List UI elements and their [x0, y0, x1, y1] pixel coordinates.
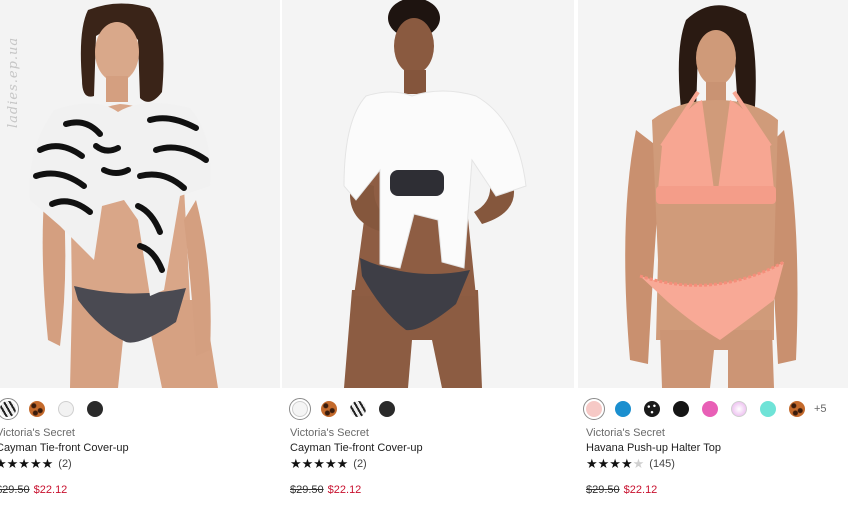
swatch-zebra[interactable] — [350, 401, 366, 417]
product-card-2[interactable]: Victoria's Secret Cayman Tie-front Cover… — [282, 0, 574, 518]
product-brand: Victoria's Secret — [290, 427, 369, 439]
product-image-2[interactable] — [282, 0, 574, 388]
rating-stars: ★★★★★ — [0, 456, 54, 471]
product-image-3[interactable] — [578, 0, 848, 388]
review-count: (2) — [353, 458, 367, 470]
product-name-link[interactable]: Havana Push-up Halter Top — [586, 442, 721, 454]
swatch-white[interactable] — [58, 401, 74, 417]
swatch-leopard[interactable] — [789, 401, 805, 417]
product-name-link[interactable]: Cayman Tie-front Cover-up — [0, 442, 129, 454]
sale-price: $22.12 — [623, 484, 658, 496]
product-price: $29.50$22.12 — [586, 484, 657, 496]
watermark-text: ladies.ep.ua — [6, 36, 21, 128]
color-swatches-3: +5 — [583, 398, 827, 420]
product-card-1[interactable]: ladies.ep.ua Victoria's Secret Cayman Ti… — [0, 0, 280, 518]
product-name-link[interactable]: Cayman Tie-front Cover-up — [290, 442, 423, 454]
model-photo-zebra-coverup — [0, 0, 280, 388]
swatch-white[interactable] — [289, 398, 311, 420]
sale-price: $22.12 — [33, 484, 68, 496]
product-price: $29.50$22.12 — [290, 484, 361, 496]
swatch-aqua[interactable] — [760, 401, 776, 417]
more-colors-link[interactable]: +5 — [814, 403, 827, 415]
swatch-black[interactable] — [87, 401, 103, 417]
swatch-leopard[interactable] — [29, 401, 45, 417]
swatch-pink[interactable] — [702, 401, 718, 417]
swatch-pink-tie-dye[interactable] — [731, 401, 747, 417]
review-count: (2) — [58, 458, 72, 470]
review-count: (145) — [649, 458, 675, 470]
product-image-1[interactable]: ladies.ep.ua — [0, 0, 280, 388]
color-swatches-1 — [0, 398, 116, 420]
swatch-light-pink[interactable] — [583, 398, 605, 420]
swatch-leopard[interactable] — [321, 401, 337, 417]
original-price: $29.50 — [0, 484, 30, 496]
swatch-zebra[interactable] — [0, 398, 19, 420]
product-rating[interactable]: ★★★★★ (2) — [290, 456, 367, 472]
product-card-3[interactable]: +5 Victoria's Secret Havana Push-up Halt… — [578, 0, 848, 518]
product-price: $29.50$22.12 — [0, 484, 67, 496]
rating-stars-empty: ★ — [632, 456, 645, 471]
product-rating[interactable]: ★★★★★ (2) — [0, 456, 72, 472]
product-brand: Victoria's Secret — [0, 427, 75, 439]
swatch-blue[interactable] — [615, 401, 631, 417]
swatch-black[interactable] — [673, 401, 689, 417]
color-swatches-2 — [289, 398, 408, 420]
product-rating[interactable]: ★★★★★ (145) — [586, 456, 675, 472]
swatch-black[interactable] — [379, 401, 395, 417]
model-photo-coral-halter — [578, 0, 848, 388]
rating-stars-filled: ★★★★ — [586, 456, 633, 471]
original-price: $29.50 — [290, 484, 324, 496]
rating-stars: ★★★★★ — [586, 456, 644, 472]
sale-price: $22.12 — [327, 484, 362, 496]
original-price: $29.50 — [586, 484, 620, 496]
swatch-black-dots[interactable] — [644, 401, 660, 417]
model-photo-white-coverup — [282, 0, 574, 388]
rating-stars: ★★★★★ — [290, 456, 349, 471]
product-brand: Victoria's Secret — [586, 427, 665, 439]
